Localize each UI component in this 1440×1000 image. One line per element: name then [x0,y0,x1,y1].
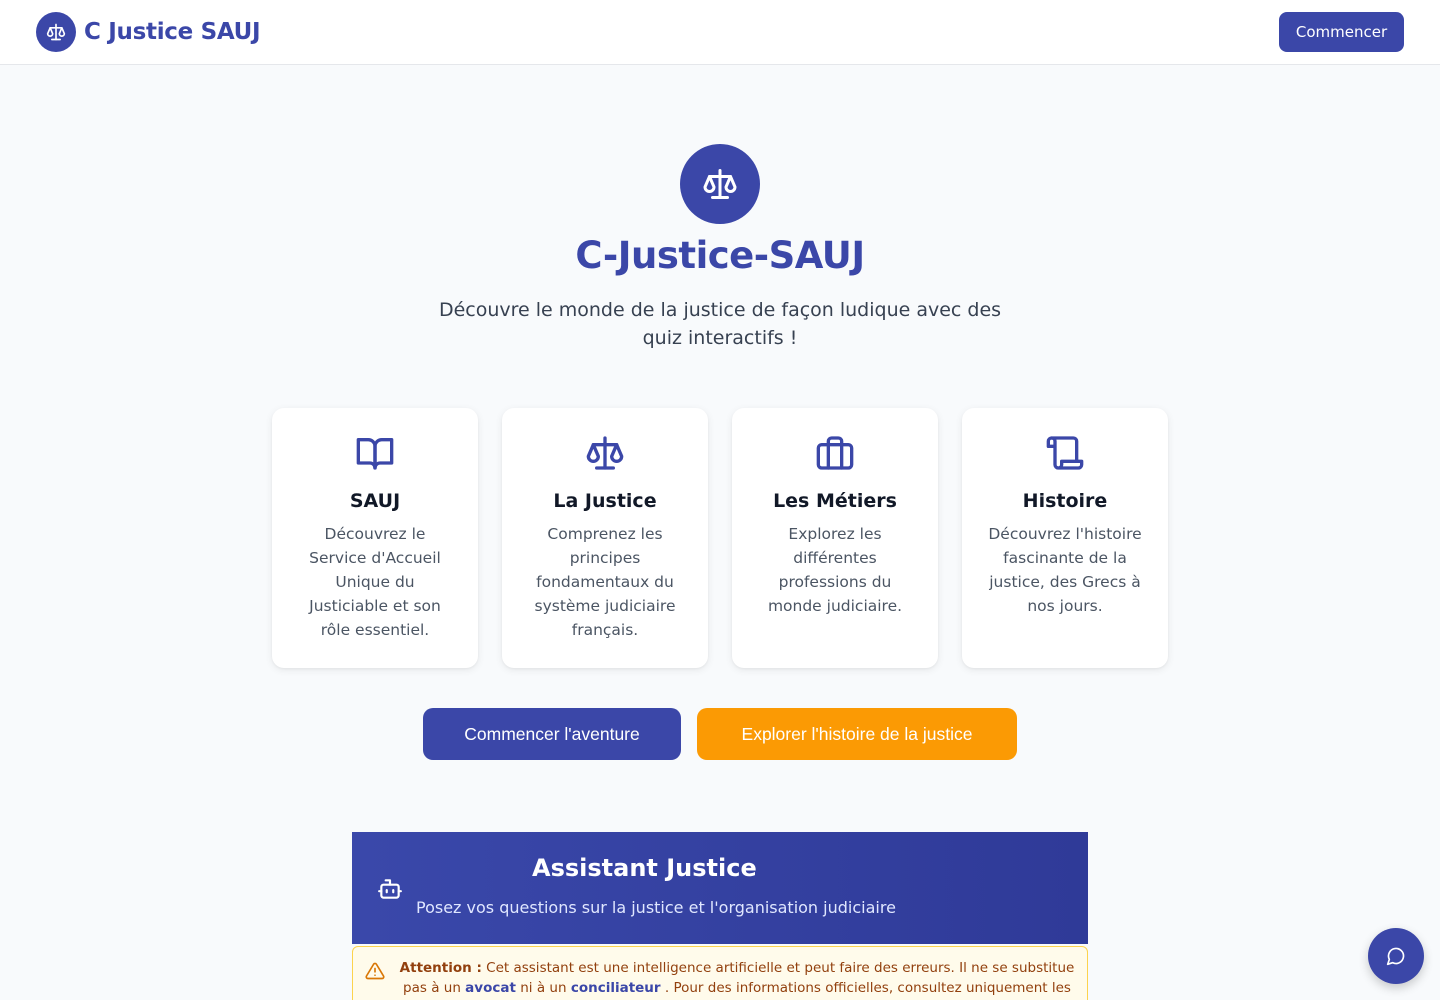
top-navbar: C Justice SAUJ Commencer [0,0,1440,65]
avocat-link[interactable]: avocat [465,980,516,996]
assistant-panel-header: Assistant Justice Posez vos questions su… [352,832,1088,944]
conciliateur-link[interactable]: conciliateur [571,980,661,996]
warning-icon [365,961,385,985]
briefcase-icon [732,434,938,472]
chat-bubble-icon [1386,947,1405,966]
chat-button[interactable] [1368,928,1424,984]
card-text: Explorez les différentes professions du … [767,525,903,615]
brand[interactable]: C Justice SAUJ [36,12,261,52]
hero-scales-icon [680,144,760,224]
card-title: Histoire [1022,490,1108,512]
start-button[interactable]: Commencer [1279,12,1404,52]
feature-cards: SAUJ Découvrez le Service d'Accueil Uniq… [272,408,1168,668]
ai-warning-banner: Attention : Cet assistant est une intell… [352,946,1088,1000]
card-text: Comprenez les principes fondamentaux du … [534,525,676,639]
card-title: Les Métiers [773,490,897,512]
hero-subtitle: Découvre le monde de la justice de façon… [438,299,1002,349]
warning-body-3: . Pour des informations officielles, con… [664,980,1071,996]
brand-title: C Justice SAUJ [84,19,261,45]
assistant-title: Assistant Justice [532,854,757,882]
hero-title: C-Justice-SAUJ [575,234,865,277]
warning-body-2: ni à un [520,980,567,996]
book-icon [272,434,478,472]
card-text: Découvrez le Service d'Accueil Unique du… [309,525,441,639]
card-sauj[interactable]: SAUJ Découvrez le Service d'Accueil Uniq… [272,408,478,668]
card-text: Découvrez l'histoire fascinante de la ju… [988,525,1142,615]
card-metiers[interactable]: Les Métiers Explorez les différentes pro… [732,408,938,668]
card-justice[interactable]: La Justice Comprenez les principes fonda… [502,408,708,668]
card-histoire[interactable]: Histoire Découvrez l'histoire fascinante… [962,408,1168,668]
start-adventure-button[interactable]: Commencer l'aventure [423,708,681,760]
scales-icon [502,434,708,472]
card-title: SAUJ [349,490,401,512]
warning-text: Attention : Cet assistant est une intell… [395,958,1079,1000]
explore-history-button[interactable]: Explorer l'histoire de la justice [697,708,1017,760]
scales-logo-icon [36,12,76,52]
bot-icon [377,876,403,906]
assistant-subtitle: Posez vos questions sur la justice et l'… [416,898,896,917]
card-title: La Justice [553,490,657,512]
scroll-icon [962,434,1168,472]
warning-label: Attention : [399,960,482,976]
